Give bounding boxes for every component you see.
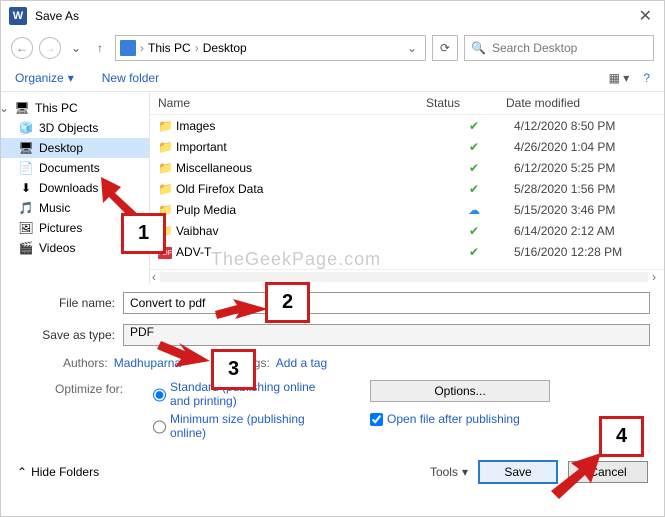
sidebar-item-desktop[interactable]: 🖥Desktop	[1, 138, 149, 158]
column-date[interactable]: Date modified	[506, 96, 656, 110]
tags-value[interactable]: Add a tag	[276, 356, 327, 370]
annotation-arrow-4	[541, 451, 611, 501]
chevron-down-icon[interactable]: ⌄	[403, 41, 421, 55]
titlebar: W Save As ✕	[1, 1, 664, 31]
chevron-down-icon: ▾	[462, 465, 468, 479]
chevron-right-icon: ›	[140, 41, 144, 55]
file-row[interactable]: 📁Vaibhav✔6/14/2020 2:12 AM	[158, 220, 664, 241]
chevron-right-icon: ›	[195, 41, 199, 55]
address-path[interactable]: › This PC › Desktop ⌄	[115, 35, 426, 61]
folder-icon: 📄	[19, 161, 33, 175]
annotation-arrow-3	[155, 331, 215, 371]
view-mode-button[interactable]: ▦ ▾	[609, 71, 630, 85]
check-icon: ✔	[469, 224, 479, 238]
refresh-button[interactable]: ⟳	[432, 35, 458, 61]
search-placeholder: Search Desktop	[492, 41, 577, 55]
horizontal-scrollbar[interactable]	[160, 272, 648, 282]
annotation-4: 4	[599, 416, 644, 457]
radio-minimum-label: Minimum size (publishing online)	[170, 412, 320, 440]
folder-icon: 🎵	[19, 201, 33, 215]
back-button[interactable]: ←	[11, 37, 33, 59]
file-row[interactable]: PDFADV-T✔5/16/2020 12:28 PM	[158, 241, 664, 262]
check-icon: ✔	[469, 245, 479, 259]
open-after-checkbox[interactable]	[370, 413, 383, 426]
open-after-label: Open file after publishing	[387, 412, 520, 426]
help-button[interactable]: ?	[643, 71, 650, 85]
check-icon: ✔	[469, 182, 479, 196]
check-icon: ✔	[469, 119, 479, 133]
file-list-header: Name Status Date modified	[150, 92, 664, 115]
annotation-3: 3	[211, 349, 256, 390]
annotation-2: 2	[265, 282, 310, 323]
pc-icon: 🖥	[15, 101, 29, 115]
cloud-icon: ☁	[468, 203, 480, 217]
hide-folders-button[interactable]: ⌃Hide Folders	[17, 465, 99, 479]
file-row[interactable]: 📁Old Firefox Data✔5/28/2020 1:56 PM	[158, 178, 664, 199]
address-bar: ← → ⌄ ↑ › This PC › Desktop ⌄ ⟳ 🔍 Search…	[1, 31, 664, 67]
options-button[interactable]: Options...	[370, 380, 550, 402]
annotation-arrow-2	[213, 289, 273, 329]
check-icon: ✔	[469, 161, 479, 175]
file-row[interactable]: 📁Images✔4/12/2020 8:50 PM	[158, 115, 664, 136]
file-name-label: File name:	[15, 296, 123, 310]
optimize-label: Optimize for:	[55, 380, 123, 444]
new-folder-button[interactable]: New folder	[102, 71, 159, 85]
close-icon[interactable]: ✕	[635, 6, 656, 26]
word-app-icon: W	[9, 7, 27, 25]
toolbar: Organize▾ New folder ▦ ▾ ?	[1, 67, 664, 92]
recent-dropdown-icon[interactable]: ⌄	[67, 41, 85, 55]
forward-button[interactable]: →	[39, 37, 61, 59]
folder-icon: 🎬	[19, 241, 33, 255]
file-name-input[interactable]	[123, 292, 650, 314]
folder-icon: 🖥	[19, 141, 33, 155]
folder-icon: 📁	[158, 119, 173, 133]
scroll-right-icon[interactable]: ›	[652, 270, 656, 284]
folder-icon: 🧊	[19, 121, 33, 135]
window-title: Save As	[35, 9, 79, 23]
search-icon: 🔍	[471, 41, 486, 55]
folder-icon: 🖼	[19, 221, 33, 235]
organize-menu[interactable]: Organize▾	[15, 71, 74, 85]
breadcrumb-desktop[interactable]: Desktop	[203, 41, 247, 55]
file-row[interactable]: 📁Pulp Media☁5/15/2020 3:46 PM	[158, 199, 664, 220]
scroll-left-icon[interactable]: ‹	[152, 270, 156, 284]
tools-menu[interactable]: Tools▾	[430, 465, 468, 479]
check-icon: ✔	[469, 140, 479, 154]
column-status[interactable]: Status	[426, 96, 506, 110]
folder-icon: ⬇	[19, 181, 33, 195]
save-form: File name: Save as type: PDF Authors:Mad…	[1, 284, 664, 448]
column-name[interactable]: Name	[158, 96, 426, 110]
sidebar-root-this-pc[interactable]: ⌄ 🖥 This PC	[1, 98, 149, 118]
search-input[interactable]: 🔍 Search Desktop	[464, 35, 654, 61]
radio-minimum[interactable]	[153, 414, 166, 440]
breadcrumb-this-pc[interactable]: This PC	[148, 41, 191, 55]
save-type-label: Save as type:	[15, 328, 123, 342]
annotation-1: 1	[121, 213, 166, 254]
file-row[interactable]: 📁Important✔4/26/2020 1:04 PM	[158, 136, 664, 157]
pc-icon	[120, 40, 136, 56]
folder-icon: 📁	[158, 161, 173, 175]
file-list: Name Status Date modified 📁Images✔4/12/2…	[149, 92, 664, 284]
up-button[interactable]: ↑	[91, 41, 109, 55]
folder-icon: 📁	[158, 182, 173, 196]
authors-label: Authors:	[63, 356, 108, 370]
radio-standard[interactable]	[153, 382, 166, 408]
collapse-icon[interactable]: ⌄	[1, 101, 9, 115]
sidebar-item-3d-objects[interactable]: 🧊3D Objects	[1, 118, 149, 138]
chevron-up-icon: ⌃	[17, 465, 27, 479]
chevron-down-icon: ▾	[68, 71, 74, 85]
folder-icon: 📁	[158, 140, 173, 154]
file-row[interactable]: 📁Miscellaneous✔6/12/2020 5:25 PM	[158, 157, 664, 178]
